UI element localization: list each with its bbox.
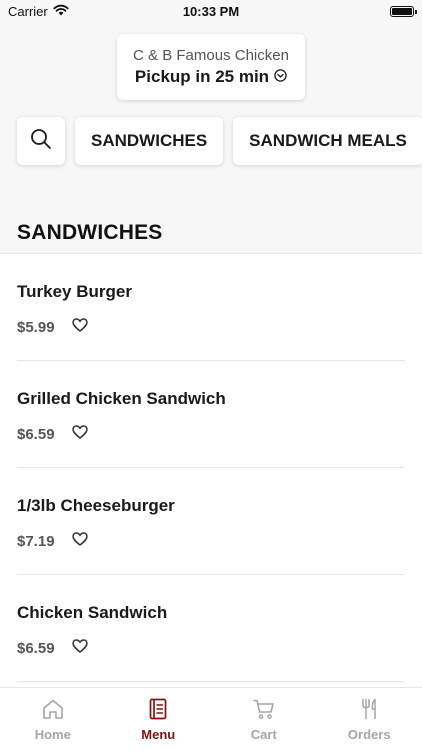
status-left: Carrier <box>8 4 69 19</box>
tab-bar: Home Menu Cart Orders <box>0 687 422 750</box>
menu-item[interactable]: Chicken Sandwich $6.59 <box>17 575 405 682</box>
search-button[interactable] <box>17 117 65 165</box>
heart-icon[interactable] <box>71 532 88 551</box>
carrier-label: Carrier <box>8 3 48 19</box>
category-bar: SANDWICHES SANDWICH MEALS <box>17 117 422 165</box>
heart-icon[interactable] <box>71 639 88 658</box>
menu-list[interactable]: Turkey Burger $5.99 Grilled Chicken Sand… <box>0 253 422 687</box>
heart-icon[interactable] <box>71 318 88 337</box>
item-meta: $6.59 <box>17 639 88 658</box>
item-meta: $7.19 <box>17 532 88 551</box>
item-name: Grilled Chicken Sandwich <box>17 389 226 408</box>
store-name: C & B Famous Chicken <box>133 47 289 64</box>
item-price: $6.59 <box>17 640 55 657</box>
tab-menu[interactable]: Menu <box>106 688 212 750</box>
menu-icon <box>146 698 170 723</box>
menu-item[interactable]: Turkey Burger $5.99 <box>17 254 405 361</box>
item-meta: $5.99 <box>17 318 88 337</box>
battery-icon <box>390 5 417 17</box>
tab-menu-label: Menu <box>141 727 176 742</box>
home-icon <box>41 698 65 723</box>
search-icon <box>30 128 52 155</box>
section-title: SANDWICHES <box>17 221 163 244</box>
tab-cart-label: Cart <box>250 727 277 742</box>
item-price: $7.19 <box>17 533 55 550</box>
item-name: 1/3lb Cheeseburger <box>17 496 175 515</box>
pickup-time[interactable]: Pickup in 25 min <box>135 67 287 87</box>
tab-orders[interactable]: Orders <box>317 688 422 750</box>
cart-icon <box>252 698 276 723</box>
chevron-down-circle-icon <box>274 67 287 87</box>
heart-icon[interactable] <box>71 425 88 444</box>
category-sandwich-meals[interactable]: SANDWICH MEALS <box>233 117 422 165</box>
tab-orders-label: Orders <box>347 727 391 742</box>
wifi-icon <box>53 4 69 19</box>
store-selector[interactable]: C & B Famous Chicken Pickup in 25 min <box>117 34 305 100</box>
item-meta: $6.59 <box>17 425 88 444</box>
item-price: $5.99 <box>17 319 55 336</box>
category-sandwiches[interactable]: SANDWICHES <box>75 117 224 165</box>
tab-cart[interactable]: Cart <box>211 688 317 750</box>
utensils-icon <box>357 698 381 723</box>
item-name: Turkey Burger <box>17 282 132 301</box>
menu-item[interactable]: 1/3lb Cheeseburger $7.19 <box>17 468 405 575</box>
menu-item[interactable]: Grilled Chicken Sandwich $6.59 <box>17 361 405 468</box>
tab-home[interactable]: Home <box>0 688 106 750</box>
pickup-label: Pickup in 25 min <box>134 67 270 86</box>
status-bar: Carrier 10:33 PM <box>0 0 422 22</box>
tab-home-label: Home <box>34 727 71 742</box>
item-name: Chicken Sandwich <box>17 603 168 622</box>
item-price: $6.59 <box>17 426 55 443</box>
